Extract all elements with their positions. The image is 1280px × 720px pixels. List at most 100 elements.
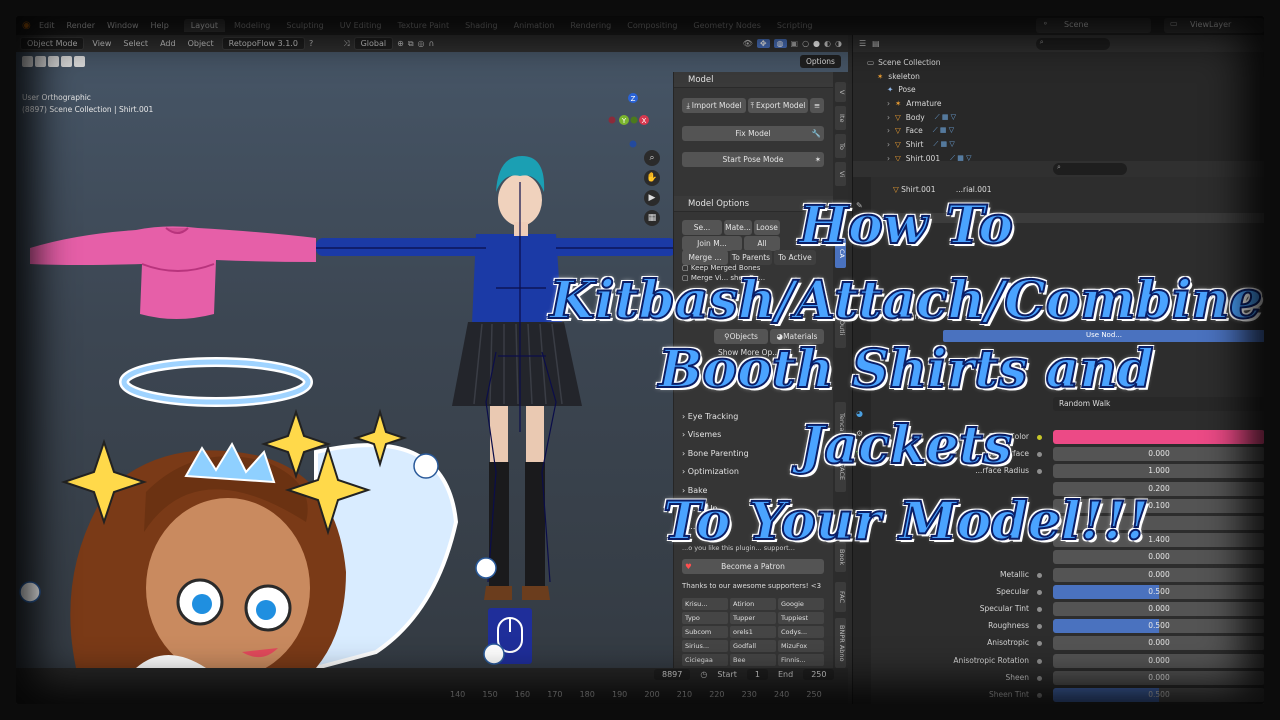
workspace-tab-uv-editing[interactable]: UV Editing xyxy=(333,19,389,32)
pivot-icon[interactable]: ⊕ xyxy=(397,39,404,48)
tab-view2[interactable]: Vi xyxy=(835,162,846,186)
filter-icon[interactable]: ▤ xyxy=(872,39,880,48)
transform-orientation-icon[interactable]: ⤨ xyxy=(343,39,349,49)
fix-model-button[interactable]: Fix Model 🔧 xyxy=(682,126,824,141)
workspace-tab-scripting[interactable]: Scripting xyxy=(770,19,820,32)
property-value-field[interactable]: 0.000 xyxy=(1053,670,1264,685)
menu-add[interactable]: Add xyxy=(156,38,180,49)
timeline-ruler[interactable]: 140 150 160 170 180 190 200 210 220 230 240 250 xyxy=(16,690,848,704)
tab-tool[interactable]: To xyxy=(835,134,846,158)
clock-icon[interactable]: ◷ xyxy=(700,670,707,679)
property-value-field[interactable]: 0.000 xyxy=(1053,653,1264,668)
expand-arrow-icon[interactable]: › xyxy=(887,140,890,149)
property-value-field[interactable]: 0.500 xyxy=(1053,688,1264,702)
supporter-item[interactable]: Bee xyxy=(730,654,776,666)
supporter-item[interactable]: Subcom xyxy=(682,626,728,638)
start-frame-field[interactable]: 1 xyxy=(746,669,768,680)
outliner-scene-collection[interactable]: ▭ Scene Collection xyxy=(853,55,1264,69)
supporter-item[interactable]: Tupper xyxy=(730,612,776,624)
property-value-field[interactable]: 0.000 xyxy=(1053,636,1264,651)
display-mode-icon[interactable]: ☰ xyxy=(859,39,866,48)
outliner-item[interactable]: ✶ skeleton xyxy=(853,69,1264,83)
outliner-item[interactable]: › ▽ Body ⟋ ▦ ▽ xyxy=(853,110,1264,124)
supporter-item[interactable]: Finnis... xyxy=(778,654,824,666)
supporter-item[interactable]: orels1 xyxy=(730,626,776,638)
expand-arrow-icon[interactable]: › xyxy=(887,113,890,122)
shading-wireframe-icon[interactable]: ○ xyxy=(802,39,809,48)
menu-view[interactable]: View xyxy=(88,38,115,49)
shading-rendered-icon[interactable]: ◑ xyxy=(835,39,848,48)
supporter-item[interactable]: Sirius... xyxy=(682,640,728,652)
snap-icon[interactable]: ⧉ xyxy=(408,39,414,49)
workspace-tab-texture-paint[interactable]: Texture Paint xyxy=(390,19,456,32)
supporter-item[interactable]: Atirion xyxy=(730,598,776,610)
outliner-item[interactable]: › ✶ Armature xyxy=(853,96,1264,110)
supporter-item[interactable]: Ciciegaa xyxy=(682,654,728,666)
menu-object[interactable]: Object xyxy=(184,38,218,49)
workspace-tab-rendering[interactable]: Rendering xyxy=(563,19,618,32)
gizmo-toggle-icon[interactable]: ✥ xyxy=(756,39,770,48)
orientation-dropdown[interactable]: Global xyxy=(353,37,394,50)
current-frame-field[interactable]: 8897 xyxy=(654,669,691,680)
outliner-item[interactable]: › ▽ Face ⟋ ▦ ▽ xyxy=(853,124,1264,138)
socket-icon[interactable] xyxy=(1037,641,1042,647)
outliner-item[interactable]: › ▽ Shirt ⟋ ▦ ▽ xyxy=(853,138,1264,152)
socket-icon[interactable] xyxy=(1037,624,1042,630)
supporter-item[interactable]: Typo xyxy=(682,612,728,624)
property-value-field[interactable]: 0.500 xyxy=(1053,619,1264,634)
scene-selector[interactable]: ⚬ Scene xyxy=(1036,18,1151,33)
supporter-item[interactable]: MizuFox xyxy=(778,640,824,652)
properties-search-field[interactable]: ⌕ xyxy=(1053,163,1127,175)
workspace-tab-geometry-nodes[interactable]: Geometry Nodes xyxy=(686,19,767,32)
outliner-item[interactable]: ✦ Pose xyxy=(853,83,1264,97)
shading-material-icon[interactable]: ◐ xyxy=(824,39,831,48)
model-menu-button[interactable]: ≡ xyxy=(810,98,824,113)
property-value-field[interactable]: 0.500 xyxy=(1053,584,1264,599)
workspace-tab-modeling[interactable]: Modeling xyxy=(227,19,277,32)
pink-shirt-model[interactable] xyxy=(30,226,316,319)
visibility-icon[interactable]: 👁 xyxy=(743,39,753,48)
export-model-button[interactable]: ⤒ Export Model xyxy=(748,98,808,113)
import-model-button[interactable]: ⤓ Import Model xyxy=(682,98,746,113)
workspace-tab-compositing[interactable]: Compositing xyxy=(620,19,684,32)
view-layer-selector[interactable]: ▭ ViewLayer xyxy=(1164,18,1264,33)
tab-fac[interactable]: FAC xyxy=(835,582,846,612)
menu-edit[interactable]: Edit xyxy=(34,19,60,32)
supporter-item[interactable]: Googie xyxy=(778,598,824,610)
mode-dropdown[interactable]: Object Mode xyxy=(20,37,85,50)
falloff-icon[interactable]: ∩ xyxy=(429,39,435,48)
outliner-search-field[interactable]: ⌕ xyxy=(1035,37,1110,50)
workspace-tab-animation[interactable]: Animation xyxy=(507,19,562,32)
overlay-toggle-icon[interactable]: ◍ xyxy=(773,39,787,48)
blender-logo-icon[interactable]: ◉ xyxy=(22,20,32,31)
tab-item[interactable]: Ite xyxy=(835,106,846,130)
workspace-tab-layout[interactable]: Layout xyxy=(183,19,225,32)
socket-icon[interactable] xyxy=(1037,607,1042,612)
supporter-item[interactable]: Codys... xyxy=(778,626,824,638)
workspace-tab-sculpting[interactable]: Sculpting xyxy=(279,19,330,32)
proportional-edit-icon[interactable]: ◎ xyxy=(418,39,425,48)
expand-arrow-icon[interactable]: › xyxy=(887,126,890,135)
tab-bnpr[interactable]: BNPR Abno xyxy=(835,618,846,668)
xray-icon[interactable]: ▣ xyxy=(791,39,799,48)
property-value-field[interactable]: 0.000 xyxy=(1053,602,1264,616)
socket-icon[interactable] xyxy=(1037,675,1042,681)
menu-help[interactable]: Help xyxy=(146,19,174,32)
expand-arrow-icon[interactable]: › xyxy=(887,99,890,108)
end-frame-field[interactable]: 250 xyxy=(803,669,835,680)
options-dropdown[interactable]: Options xyxy=(800,55,841,68)
start-pose-mode-button[interactable]: Start Pose Mode ✶ xyxy=(682,152,824,167)
help-icon[interactable]: ? xyxy=(309,39,313,48)
menu-window[interactable]: Window xyxy=(102,19,144,32)
socket-icon[interactable] xyxy=(1037,658,1042,664)
retopoflow-menu[interactable]: RetopoFlow 3.1.0 xyxy=(221,37,305,50)
workspace-tab-shading[interactable]: Shading xyxy=(458,19,505,32)
supporter-item[interactable]: Godfall xyxy=(730,640,776,652)
menu-select[interactable]: Select xyxy=(119,38,152,49)
shading-solid-icon[interactable]: ● xyxy=(813,39,820,48)
supporter-item[interactable]: Tuppiest xyxy=(778,612,824,624)
tab-view[interactable]: V xyxy=(835,82,846,102)
socket-icon[interactable] xyxy=(1037,693,1042,698)
supporter-item[interactable]: Krisu... xyxy=(682,598,728,610)
menu-render[interactable]: Render xyxy=(62,19,100,32)
